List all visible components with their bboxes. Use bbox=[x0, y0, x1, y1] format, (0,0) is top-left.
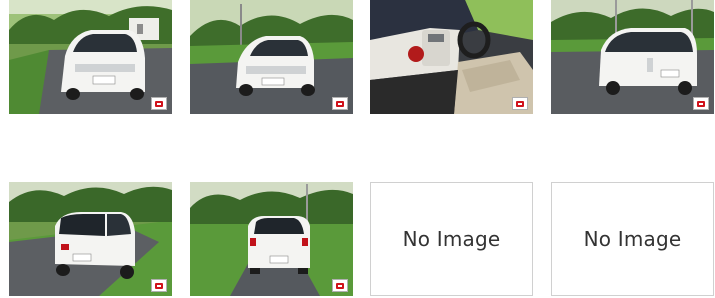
car-photo-interior bbox=[370, 0, 533, 114]
gallery-badge-icon bbox=[332, 97, 348, 110]
thumbnail-8-placeholder[interactable]: No Image bbox=[551, 182, 714, 296]
car-photo-rear-right bbox=[9, 182, 172, 296]
thumbnail-1[interactable] bbox=[9, 0, 172, 114]
thumbnail-2[interactable] bbox=[190, 0, 353, 114]
car-photo-front-right bbox=[9, 0, 172, 114]
photo-gallery-grid: No Image No Image bbox=[0, 0, 715, 298]
no-image-label: No Image bbox=[583, 227, 682, 251]
car-photo-rear bbox=[190, 182, 353, 296]
car-photo-rear-left bbox=[551, 0, 714, 114]
gallery-badge-icon bbox=[332, 279, 348, 292]
thumbnail-3[interactable] bbox=[370, 0, 533, 114]
gallery-badge-icon bbox=[512, 97, 528, 110]
gallery-badge-icon bbox=[151, 97, 167, 110]
thumbnail-7-placeholder[interactable]: No Image bbox=[370, 182, 533, 296]
no-image-label: No Image bbox=[402, 227, 501, 251]
car-photo-front-left bbox=[190, 0, 353, 114]
thumbnail-5[interactable] bbox=[9, 182, 172, 296]
gallery-badge-icon bbox=[693, 97, 709, 110]
thumbnail-6[interactable] bbox=[190, 182, 353, 296]
gallery-badge-icon bbox=[151, 279, 167, 292]
thumbnail-4[interactable] bbox=[551, 0, 714, 114]
